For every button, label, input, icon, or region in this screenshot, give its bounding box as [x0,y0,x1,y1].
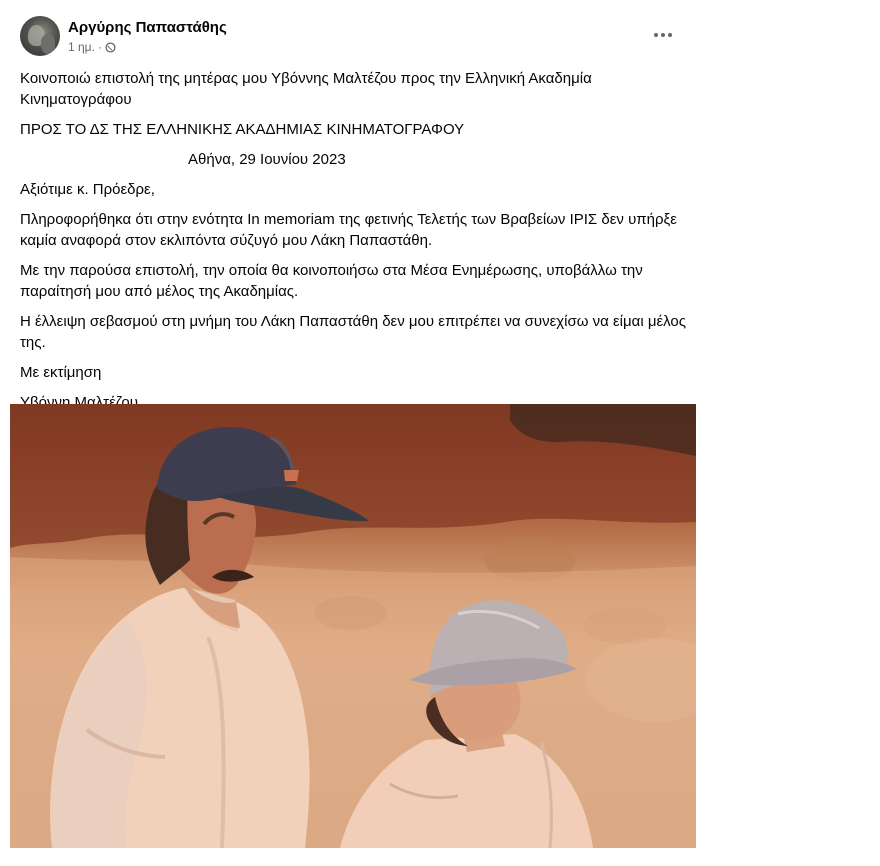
more-dot [668,33,672,37]
facebook-post: Αργύρης Παπαστάθης 1 ημ. · Κοινοποιώ επι… [0,0,880,866]
letter-paragraph-3: Η έλλειψη σεβασμού στη μνήμη του Λάκη Πα… [20,313,686,351]
letter-salutation: Αξιότιμε κ. Πρόεδρε, [20,181,155,198]
letter-closing: Με εκτίμηση [20,364,102,381]
post-body: Κοινοποιώ επιστολή της μητέρας μου Υβόνν… [20,68,690,422]
author-avatar[interactable] [20,16,60,56]
post-time[interactable]: 1 ημ. [68,40,95,54]
more-dot [654,33,658,37]
author-name[interactable]: Αργύρης Παπαστάθης [68,19,227,36]
meta-separator: · [97,40,102,54]
avatar-shape [41,34,55,54]
globe-icon[interactable] [105,41,116,53]
post-intro: Κοινοποιώ επιστολή της μητέρας μου Υβόνν… [20,70,592,108]
more-dot [661,33,665,37]
post-meta: 1 ημ. · [68,40,116,54]
letter-date: Αθήνα, 29 Ιουνίου 2023 [188,151,346,168]
more-options-icon[interactable] [648,26,678,44]
letter-paragraph-2: Με την παρούσα επιστολή, την οποία θα κο… [20,262,643,300]
post-photo[interactable] [10,404,696,848]
vintage-photo-illustration [10,404,696,848]
letter-heading: ΠΡΟΣ ΤΟ ΔΣ ΤΗΣ ΕΛΛΗΝΙΚΗΣ ΑΚΑΔΗΜΙΑΣ ΚΙΝΗΜ… [20,121,465,138]
letter-paragraph-1: Πληροφορήθηκα ότι στην ενότητα In memori… [20,211,677,249]
